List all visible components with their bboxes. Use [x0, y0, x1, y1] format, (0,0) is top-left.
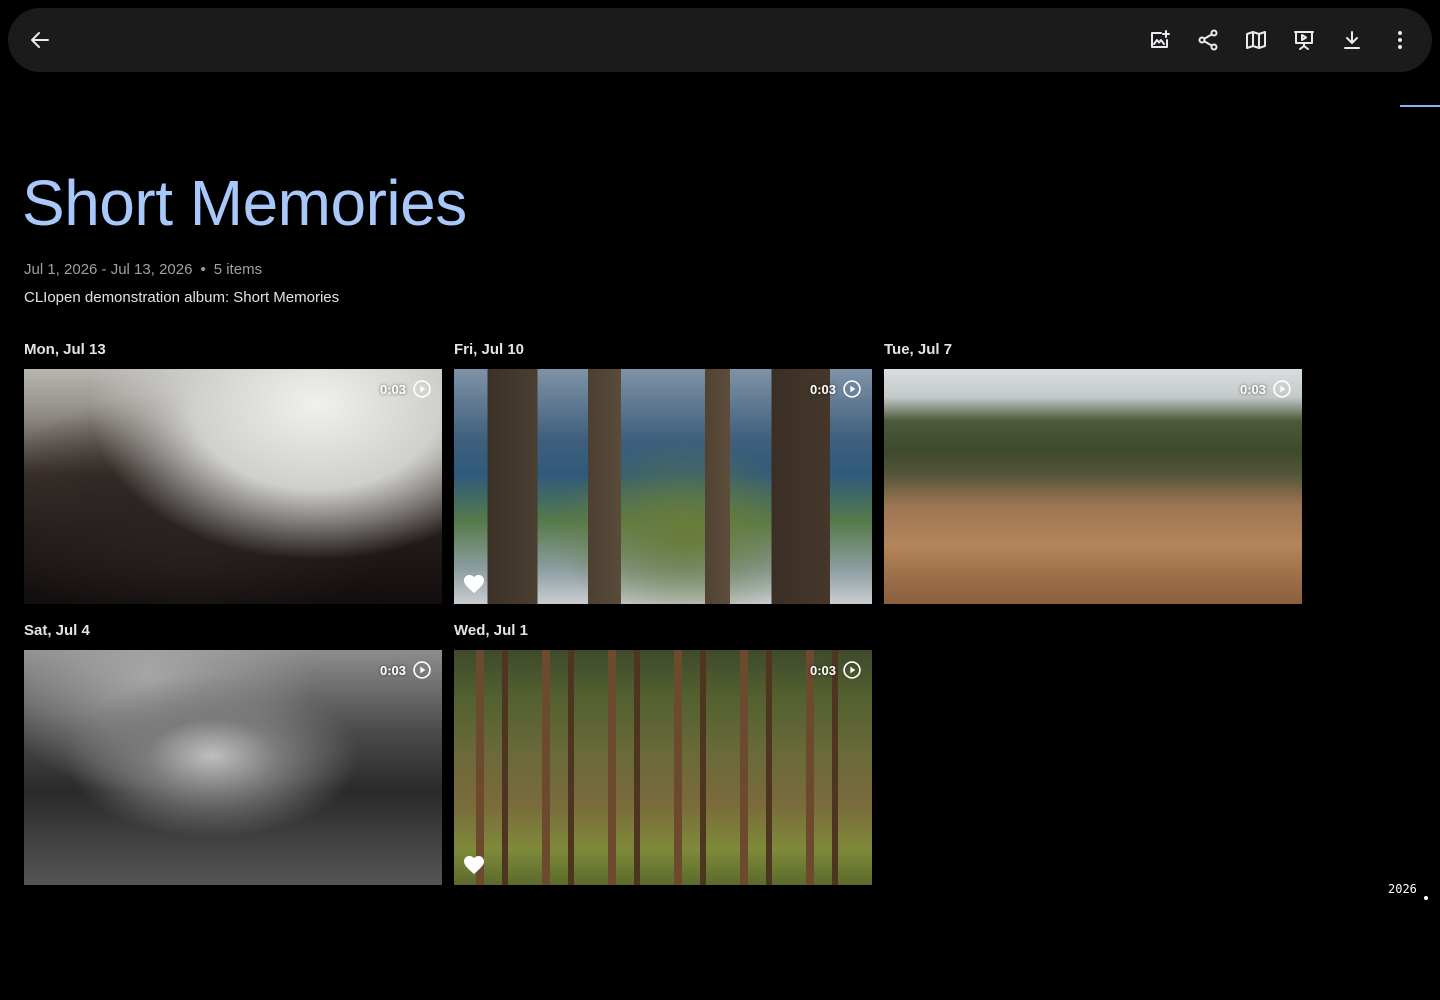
- add-photos-button[interactable]: [1136, 16, 1184, 64]
- share-button[interactable]: [1184, 16, 1232, 64]
- timeline-year-dot: [1424, 896, 1428, 900]
- item-date: Mon, Jul 13: [24, 341, 106, 358]
- item-date: Sat, Jul 4: [24, 622, 90, 639]
- heart-icon[interactable]: [462, 572, 486, 596]
- scroll-indicator: [1400, 105, 1440, 107]
- slideshow-icon: [1294, 31, 1314, 50]
- heart-icon[interactable]: [462, 853, 486, 877]
- duration-text: 0:03: [809, 381, 836, 397]
- download-button[interactable]: [1328, 16, 1376, 64]
- arrow-left-icon: [31, 32, 49, 48]
- video-duration: 0:03: [380, 660, 432, 680]
- duration-text: 0:03: [379, 662, 406, 678]
- album-title[interactable]: Short Memories: [22, 166, 467, 240]
- meta-separator: •: [200, 261, 206, 278]
- duration-text: 0:03: [809, 662, 836, 678]
- duration-text: 0:03: [379, 381, 406, 397]
- media-item: Mon, Jul 13 0:03: [24, 340, 442, 604]
- play-circle-icon: [412, 660, 432, 680]
- download-icon: [1344, 31, 1360, 49]
- grid-row: Sat, Jul 4 0:03 Wed, Jul 1 0:03: [24, 621, 1314, 885]
- album-description[interactable]: CLIopen demonstration album: Short Memor…: [24, 289, 339, 306]
- play-circle-icon: [842, 379, 862, 399]
- media-item: Tue, Jul 7 0:03: [884, 340, 1302, 604]
- play-circle-icon: [412, 379, 432, 399]
- toolbar-actions: [1136, 16, 1424, 64]
- photo-grid: Mon, Jul 13 0:03 Fri, Jul 10 0:03 Tue, J…: [24, 340, 1314, 902]
- share-icon: [1198, 29, 1218, 51]
- add-photo-icon: [1151, 30, 1170, 48]
- duration-text: 0:03: [1239, 381, 1266, 397]
- top-toolbar: [8, 8, 1432, 72]
- album-meta: Jul 1, 2026 - Jul 13, 2026 • 5 items: [24, 261, 262, 278]
- back-button[interactable]: [16, 16, 64, 64]
- album-item-count: 5 items: [213, 261, 263, 278]
- item-date: Fri, Jul 10: [454, 341, 525, 358]
- media-item: Wed, Jul 1 0:03: [454, 621, 872, 885]
- item-date: Wed, Jul 1: [454, 622, 528, 639]
- media-item: Sat, Jul 4 0:03: [24, 621, 442, 885]
- play-circle-icon: [842, 660, 862, 680]
- play-circle-icon: [1272, 379, 1292, 399]
- album-date-range: Jul 1, 2026 - Jul 13, 2026: [24, 261, 193, 278]
- video-thumbnail[interactable]: 0:03: [884, 369, 1302, 604]
- video-thumbnail[interactable]: 0:03: [454, 650, 872, 885]
- more-options-button[interactable]: [1376, 16, 1424, 64]
- map-button[interactable]: [1232, 16, 1280, 64]
- video-duration: 0:03: [1240, 379, 1292, 399]
- slideshow-button[interactable]: [1280, 16, 1328, 64]
- media-item: Fri, Jul 10 0:03: [454, 340, 872, 604]
- more-vert-icon: [1398, 31, 1402, 49]
- timeline-year-label[interactable]: 2026: [1388, 882, 1417, 896]
- item-date: Tue, Jul 7: [884, 341, 953, 358]
- video-duration: 0:03: [810, 660, 862, 680]
- video-thumbnail[interactable]: 0:03: [454, 369, 872, 604]
- video-thumbnail[interactable]: 0:03: [24, 650, 442, 885]
- video-thumbnail[interactable]: 0:03: [24, 369, 442, 604]
- grid-row: Mon, Jul 13 0:03 Fri, Jul 10 0:03 Tue, J…: [24, 340, 1314, 604]
- video-duration: 0:03: [810, 379, 862, 399]
- video-duration: 0:03: [380, 379, 432, 399]
- map-icon: [1246, 31, 1266, 49]
